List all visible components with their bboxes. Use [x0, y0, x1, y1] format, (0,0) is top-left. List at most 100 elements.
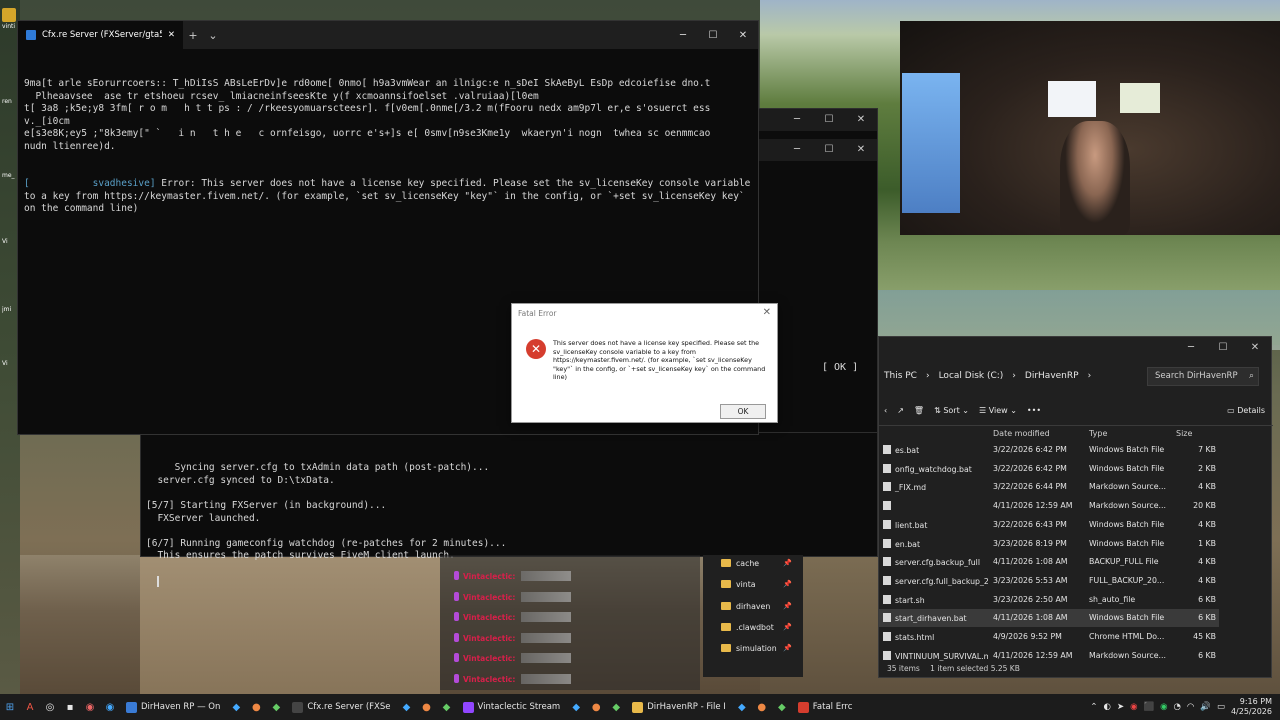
chevron-left-icon[interactable]: ‹	[884, 406, 887, 415]
app-icon[interactable]: ◎	[40, 694, 60, 720]
app-icon[interactable]: ◆	[606, 694, 626, 720]
taskbar-app[interactable]: Fatal Errc	[792, 694, 859, 720]
app-icon[interactable]: ◉	[80, 694, 100, 720]
app-icon[interactable]: ▪	[60, 694, 80, 720]
minimize-icon[interactable]: ─	[781, 109, 813, 131]
app-icon[interactable]: A	[20, 694, 40, 720]
app-icon[interactable]: ◆	[437, 694, 457, 720]
file-row[interactable]: start.sh 3/23/2026 2:50 AM sh_auto_file 6 K…	[879, 591, 1219, 609]
file-row[interactable]: en.bat 3/23/2026 8:19 PM Windows Batch Fil…	[879, 535, 1219, 553]
app-icon[interactable]: ◆	[266, 694, 286, 720]
details-pane-button[interactable]: ▭ Details	[1227, 406, 1265, 415]
new-tab-icon[interactable]: +	[183, 29, 203, 42]
tray-icon[interactable]: ◔	[1174, 702, 1181, 712]
tray-icon[interactable]: ➤	[1117, 702, 1124, 712]
column-header-type[interactable]: Type	[1089, 429, 1107, 438]
close-icon[interactable]: ✕	[1239, 337, 1271, 359]
file-row[interactable]: onfig_watchdog.bat 3/22/2026 6:42 PM Windo…	[879, 460, 1219, 478]
app-icon[interactable]: ●	[752, 694, 772, 720]
file-row[interactable]: es.bat 3/22/2026 6:42 PM Windows Batch Fil…	[879, 441, 1219, 459]
app-icon[interactable]: ●	[417, 694, 437, 720]
breadcrumb-item[interactable]: This PC	[884, 371, 917, 381]
minimize-icon[interactable]: ─	[668, 30, 698, 41]
window-titlebar[interactable]: ─ ☐ ✕	[759, 139, 877, 161]
tray-icon[interactable]: ◉	[1160, 702, 1167, 712]
window-titlebar[interactable]: ─ ☐ ✕	[879, 337, 1271, 359]
nav-item-cache[interactable]: cache	[721, 559, 759, 568]
share-icon[interactable]: ↗	[897, 406, 904, 415]
delete-icon[interactable]: 🗑	[914, 406, 924, 415]
tray-icon[interactable]: ◉	[1130, 702, 1137, 712]
more-options-button[interactable]: •••	[1027, 406, 1041, 415]
file-row[interactable]: lient.bat 3/22/2026 6:43 PM Windows Batch …	[879, 516, 1219, 534]
pin-icon[interactable]: 📌	[783, 580, 792, 588]
app-icon[interactable]: ◆	[226, 694, 246, 720]
app-icon[interactable]: ◆	[732, 694, 752, 720]
app-icon[interactable]: ●	[586, 694, 606, 720]
close-icon[interactable]: ✕	[845, 109, 877, 131]
close-icon[interactable]: ✕	[845, 139, 877, 161]
nav-item-vinta[interactable]: vinta	[721, 580, 756, 589]
chevron-down-icon[interactable]: ⌄	[203, 29, 223, 42]
app-icon[interactable]: ◆	[772, 694, 792, 720]
nav-item-dirhaven[interactable]: dirhaven	[721, 601, 770, 611]
ok-button[interactable]: OK	[720, 404, 766, 419]
taskbar-app[interactable]: Vintaclectic Stream	[457, 694, 567, 720]
view-button[interactable]: ☰ View ⌄	[979, 406, 1017, 415]
file-row[interactable]: server.cfg.backup_full 4/11/2026 1:08 AM B…	[879, 553, 1219, 571]
taskbar-app[interactable]: DirHavenRP - File I	[626, 694, 732, 720]
close-tab-icon[interactable]: ✕	[168, 30, 175, 40]
file-row[interactable]: stats.html 4/9/2026 9:52 PM Chrome HTML Do…	[879, 628, 1219, 646]
file-explorer-window[interactable]: ─ ☐ ✕ This PC › Local Disk (C:) › DirHav…	[878, 336, 1273, 678]
setup-console-output[interactable]: Syncing server.cfg to txAdmin data path …	[140, 432, 878, 587]
window-titlebar[interactable]: ─ ☐ ✕	[759, 109, 877, 131]
file-row[interactable]: _FIX.md 3/22/2026 6:44 PM Markdown Source.…	[879, 478, 1219, 496]
tray-icon[interactable]: ◐	[1104, 702, 1111, 712]
badge-icon	[454, 571, 459, 580]
maximize-icon[interactable]: ☐	[698, 30, 728, 41]
tray-icon[interactable]: ⬛	[1143, 702, 1154, 712]
pin-icon[interactable]: 📌	[783, 559, 792, 567]
terminal-output[interactable]: 9ma[t arle sEorurrcoers:: T_hDiIsS ABsLe…	[18, 49, 758, 245]
file-row[interactable]: server.cfg.full_backup_20260323_0553343/…	[879, 572, 1219, 590]
sort-button[interactable]: ⇅ Sort ⌄	[934, 406, 969, 415]
minimize-icon[interactable]: ─	[781, 139, 813, 161]
close-icon[interactable]: ✕	[728, 30, 758, 41]
app-icon[interactable]: ◆	[566, 694, 586, 720]
file-row[interactable]: 4/11/2026 12:59 AM Markdown Source... 20 K…	[879, 497, 1219, 515]
maximize-icon[interactable]: ☐	[813, 109, 845, 131]
breadcrumb-item[interactable]: Local Disk (C:)	[939, 371, 1004, 381]
volume-icon[interactable]: 🔊	[1200, 702, 1211, 712]
file-size: 7 KB	[1198, 445, 1216, 454]
close-icon[interactable]: ✕	[763, 307, 771, 318]
maximize-icon[interactable]: ☐	[813, 139, 845, 161]
nav-item-clawdbot[interactable]: .clawdbot	[721, 622, 774, 632]
app-icon[interactable]: ◉	[100, 694, 120, 720]
app-icon[interactable]: ◆	[397, 694, 417, 720]
column-header-date[interactable]: Date modified	[993, 429, 1050, 438]
wifi-icon[interactable]: ◠	[1187, 702, 1194, 712]
file-row[interactable]: start_dirhaven.bat 4/11/2026 1:08 AM Windo…	[879, 609, 1219, 628]
app-icon[interactable]: ●	[246, 694, 266, 720]
breadcrumb-item[interactable]: DirHavenRP	[1025, 371, 1079, 381]
fatal-error-dialog[interactable]: Fatal Error ✕ ✕ This server does not hav…	[511, 303, 778, 423]
system-clock[interactable]: 9:16 PM 4/25/2026	[1231, 697, 1272, 717]
minimize-icon[interactable]: ─	[1175, 337, 1207, 359]
search-input[interactable]: Search DirHavenRP ⌕	[1147, 367, 1259, 386]
app-icon	[462, 701, 474, 713]
terminal-tab[interactable]: Cfx.re Server (FXServer/gta5) ✕	[18, 21, 183, 49]
column-header-size[interactable]: Size	[1176, 429, 1192, 438]
pin-icon[interactable]: 📌	[783, 644, 792, 652]
pin-icon[interactable]: 📌	[783, 602, 792, 610]
taskbar-app[interactable]: DirHaven RP — On	[120, 694, 226, 720]
nav-item-simulation[interactable]: simulation	[721, 644, 777, 653]
taskbar-app[interactable]: Cfx.re Server (FXSe	[286, 694, 396, 720]
pin-icon[interactable]: 📌	[783, 623, 792, 631]
file-icon	[883, 557, 891, 567]
file-row[interactable]: VINTINUUM_SURVIVAL.md 4/11/2026 12:59 AM M…	[879, 647, 1219, 665]
maximize-icon[interactable]: ☐	[1207, 337, 1239, 359]
tray-icon[interactable]: ⌃	[1090, 702, 1097, 712]
battery-icon[interactable]: ▭	[1217, 702, 1225, 712]
windows-start-icon[interactable]: ⊞	[0, 694, 20, 720]
